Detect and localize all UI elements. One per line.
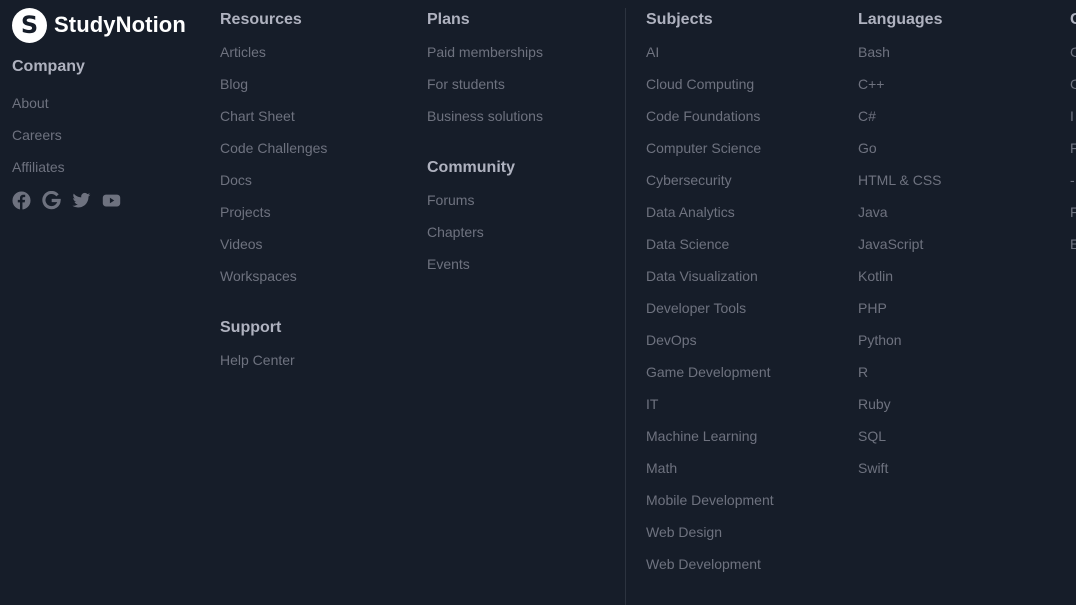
footer-link-subject[interactable]: Web Development xyxy=(646,555,761,573)
footer-link-business-solutions[interactable]: Business solutions xyxy=(427,107,543,125)
subjects-heading: Subjects xyxy=(646,11,713,28)
column-divider xyxy=(625,8,626,605)
footer-link-subject[interactable]: Developer Tools xyxy=(646,299,746,317)
footer-link-language[interactable]: Bash xyxy=(858,43,890,61)
brand-name: StudyNotion xyxy=(54,12,186,37)
footer-link-language[interactable]: Python xyxy=(858,331,902,349)
footer-link-subject[interactable]: Data Analytics xyxy=(646,203,735,221)
brand-logo[interactable]: S StudyNotion xyxy=(12,7,186,43)
footer-link-subject[interactable]: Cybersecurity xyxy=(646,171,732,189)
resources-heading: Resources xyxy=(220,11,302,28)
twitter-icon[interactable] xyxy=(72,191,91,210)
footer-link-language[interactable]: C++ xyxy=(858,75,884,93)
footer-link-chart-sheet[interactable]: Chart Sheet xyxy=(220,107,295,125)
footer-link-language[interactable]: Kotlin xyxy=(858,267,893,285)
footer-link-subject[interactable]: Data Science xyxy=(646,235,729,253)
footer-link-subject[interactable]: AI xyxy=(646,43,659,61)
footer-link-subject[interactable]: Computer Science xyxy=(646,139,761,157)
footer-link-blog[interactable]: Blog xyxy=(220,75,248,93)
footer-link-partial[interactable]: C xyxy=(1070,43,1076,61)
languages-heading: Languages xyxy=(858,11,943,28)
footer-link-chapters[interactable]: Chapters xyxy=(427,223,484,241)
logo-mark: S xyxy=(12,7,47,43)
footer-link-videos[interactable]: Videos xyxy=(220,235,263,253)
footer-link-subject[interactable]: Code Foundations xyxy=(646,107,760,125)
footer-link-about[interactable]: About xyxy=(12,94,49,112)
support-heading: Support xyxy=(220,319,282,336)
footer-link-workspaces[interactable]: Workspaces xyxy=(220,267,297,285)
footer-link-partial[interactable]: - xyxy=(1070,171,1075,189)
footer-link-partial[interactable]: E xyxy=(1070,235,1076,253)
footer-link-partial[interactable]: I xyxy=(1070,107,1074,125)
footer-link-language[interactable]: R xyxy=(858,363,868,381)
footer-link-partial[interactable]: C xyxy=(1070,75,1076,93)
footer-link-subject[interactable]: Web Design xyxy=(646,523,722,541)
youtube-icon[interactable] xyxy=(102,191,121,210)
community-heading: Community xyxy=(427,159,515,176)
footer-link-subject[interactable]: Data Visualization xyxy=(646,267,758,285)
footer-link-language[interactable]: SQL xyxy=(858,427,886,445)
company-heading: Company xyxy=(12,58,85,75)
footer-link-language[interactable]: C# xyxy=(858,107,876,125)
footer-link-language[interactable]: HTML & CSS xyxy=(858,171,942,189)
plans-heading: Plans xyxy=(427,11,470,28)
footer-link-subject[interactable]: Machine Learning xyxy=(646,427,757,445)
footer-link-subject[interactable]: Game Development xyxy=(646,363,771,381)
footer-link-language[interactable]: Go xyxy=(858,139,877,157)
footer-link-subject[interactable]: Math xyxy=(646,459,677,477)
footer-link-articles[interactable]: Articles xyxy=(220,43,266,61)
footer-link-for-students[interactable]: For students xyxy=(427,75,505,93)
footer-link-language[interactable]: Java xyxy=(858,203,888,221)
footer-link-partial[interactable]: F xyxy=(1070,203,1076,221)
footer-link-forums[interactable]: Forums xyxy=(427,191,474,209)
footer-link-careers[interactable]: Careers xyxy=(12,126,62,144)
footer-link-code-challenges[interactable]: Code Challenges xyxy=(220,139,327,157)
footer-link-language[interactable]: JavaScript xyxy=(858,235,923,253)
footer-link-paid-memberships[interactable]: Paid memberships xyxy=(427,43,543,61)
footer-link-language[interactable]: Swift xyxy=(858,459,888,477)
footer-link-help-center[interactable]: Help Center xyxy=(220,351,295,369)
footer-link-subject[interactable]: DevOps xyxy=(646,331,697,349)
footer-link-subject[interactable]: Mobile Development xyxy=(646,491,774,509)
footer-link-language[interactable]: Ruby xyxy=(858,395,891,413)
footer-link-language[interactable]: PHP xyxy=(858,299,887,317)
facebook-icon[interactable] xyxy=(12,191,31,210)
footer-link-subject[interactable]: IT xyxy=(646,395,658,413)
footer-link-partial[interactable]: F xyxy=(1070,139,1076,157)
google-icon[interactable] xyxy=(42,190,61,210)
footer-link-docs[interactable]: Docs xyxy=(220,171,252,189)
footer-link-affiliates[interactable]: Affiliates xyxy=(12,158,65,176)
footer-link-projects[interactable]: Projects xyxy=(220,203,271,221)
footer-link-events[interactable]: Events xyxy=(427,255,470,273)
career-heading-partial: C xyxy=(1070,11,1076,28)
footer-link-subject[interactable]: Cloud Computing xyxy=(646,75,754,93)
social-links xyxy=(12,190,121,210)
